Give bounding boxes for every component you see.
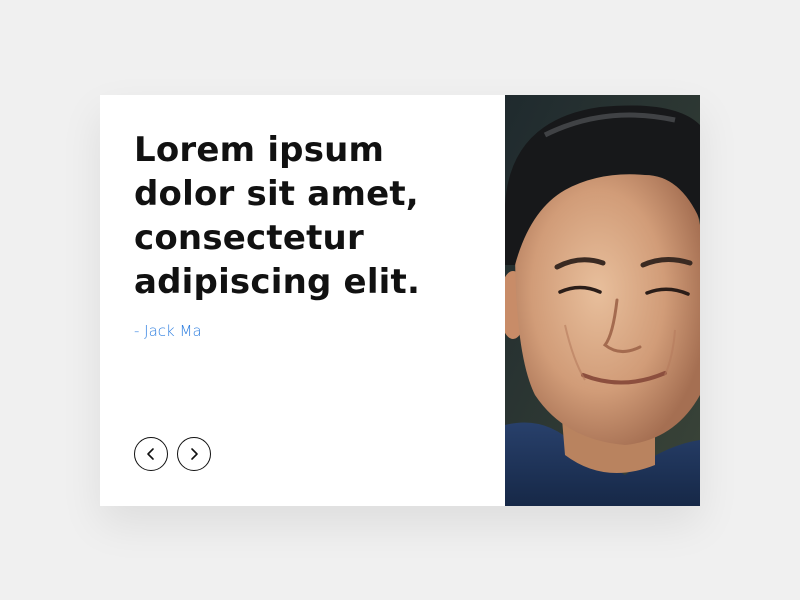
previous-button[interactable] bbox=[134, 437, 168, 471]
author-photo bbox=[505, 95, 700, 506]
testimonial-author: - Jack Ma bbox=[134, 322, 202, 340]
next-button[interactable] bbox=[177, 437, 211, 471]
testimonial-quote: Lorem ipsum dolor sit amet, consectetur … bbox=[134, 130, 421, 302]
portrait-image bbox=[505, 95, 700, 506]
chevron-left-icon bbox=[147, 448, 154, 460]
testimonial-content: Lorem ipsum dolor sit amet, consectetur … bbox=[100, 95, 505, 506]
testimonial-card: Lorem ipsum dolor sit amet, consectetur … bbox=[100, 95, 700, 506]
chevron-right-icon bbox=[191, 448, 198, 460]
